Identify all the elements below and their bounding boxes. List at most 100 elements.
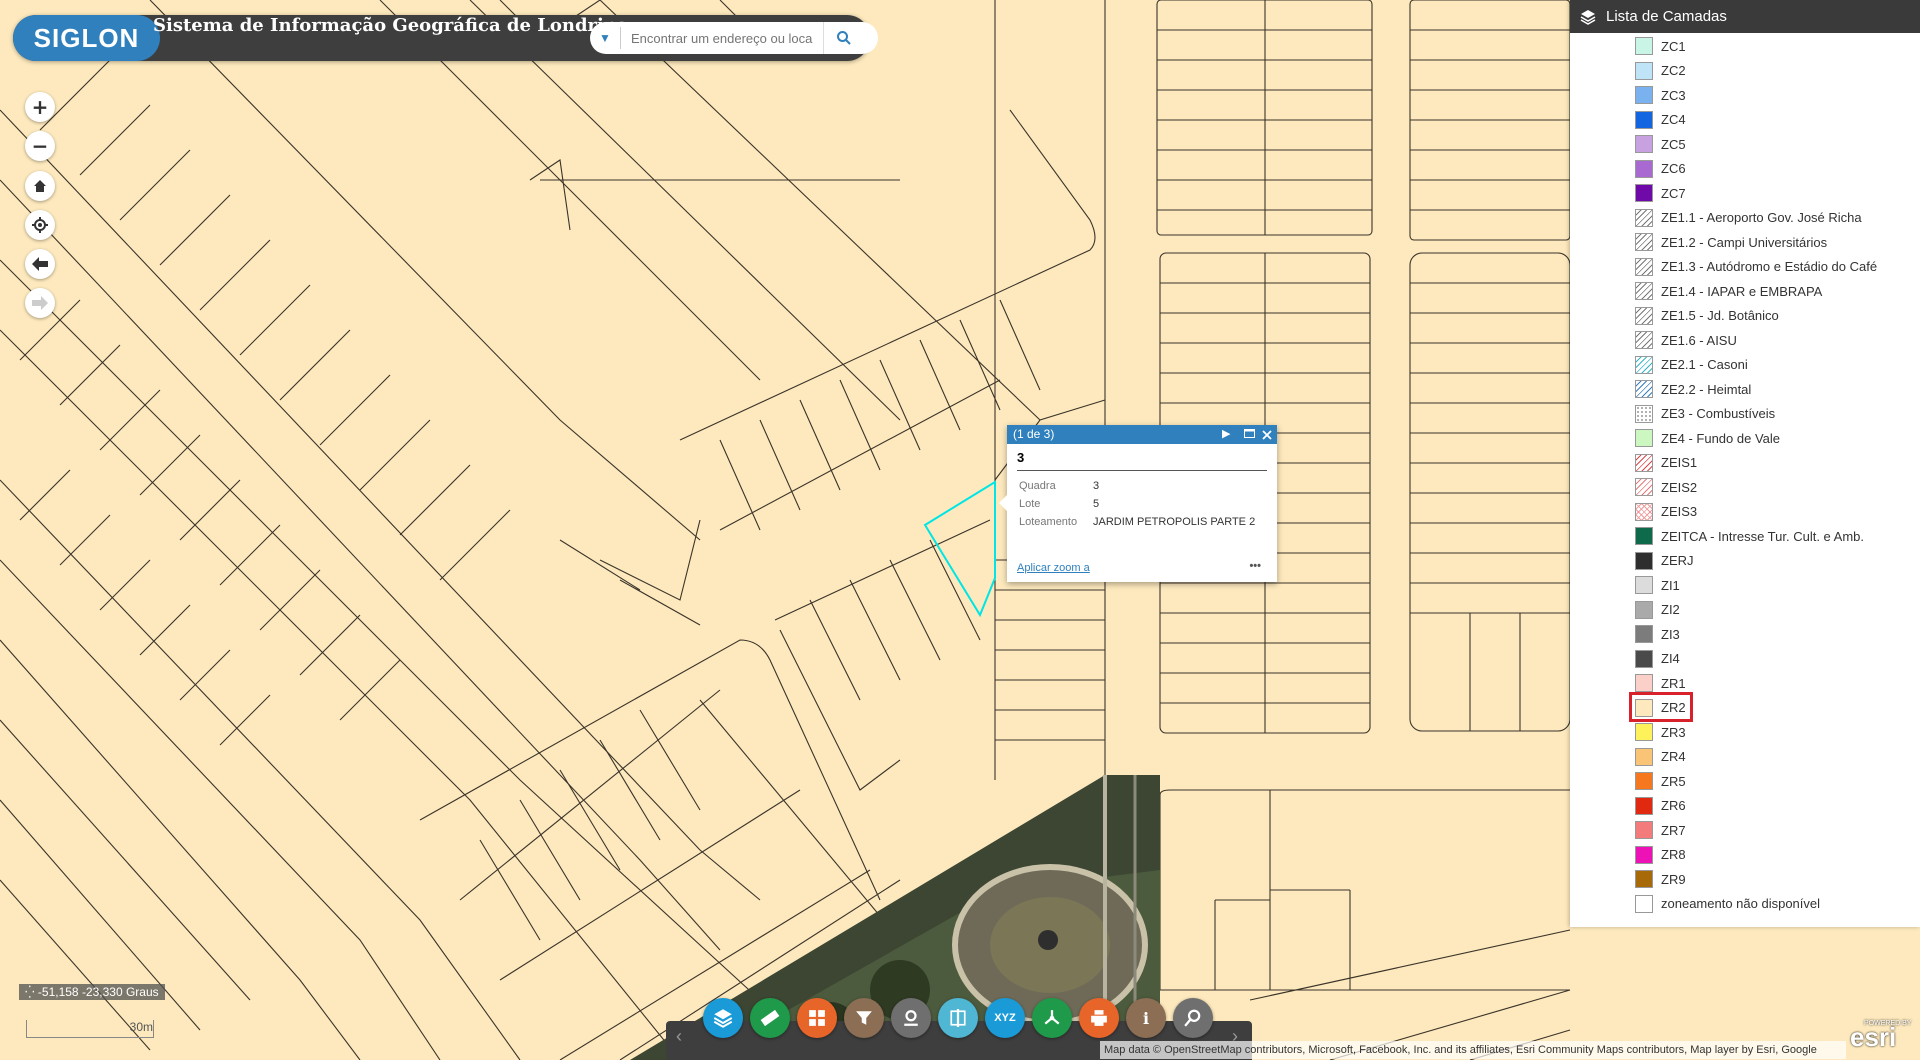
layer-legend-item[interactable]: ZC2 xyxy=(1635,59,1686,83)
layer-legend-item[interactable]: ZI4 xyxy=(1635,647,1680,671)
layer-label: ZE2.2 - Heimtal xyxy=(1661,381,1752,397)
layer-legend-item[interactable]: ZE1.4 - IAPAR e EMBRAPA xyxy=(1635,279,1822,303)
locate-button[interactable] xyxy=(25,210,55,240)
toolbar-prev-button[interactable]: ‹ xyxy=(676,1026,682,1047)
grid-icon xyxy=(808,1009,826,1027)
grid-tool-button[interactable] xyxy=(797,998,837,1038)
attr-value: 3 xyxy=(1093,480,1100,492)
legend-swatch xyxy=(1635,870,1653,888)
print-icon xyxy=(1090,1009,1108,1027)
maximize-button[interactable] xyxy=(1244,425,1255,444)
share-icon xyxy=(1043,1009,1061,1027)
layer-legend-item[interactable]: ZR4 xyxy=(1635,745,1686,769)
highlight-annotation xyxy=(1629,692,1693,722)
layer-label: zoneamento não disponível xyxy=(1661,896,1821,911)
previous-extent-button[interactable] xyxy=(25,249,55,279)
legend-swatch xyxy=(1635,527,1653,545)
layer-legend-item[interactable]: ZERJ xyxy=(1635,549,1694,573)
search-source-dropdown[interactable]: ▼ xyxy=(590,31,620,45)
layer-legend-item[interactable]: ZE3 - Combustíveis xyxy=(1635,402,1775,426)
close-popup-button[interactable] xyxy=(1262,425,1272,444)
measure-icon xyxy=(760,1008,780,1028)
layer-legend-item[interactable]: ZR7 xyxy=(1635,818,1686,842)
app-title: Sistema de Informação Geográfica de Lond… xyxy=(153,15,629,36)
legend-swatch xyxy=(1635,135,1653,153)
xyz-tool-button[interactable]: XYZ xyxy=(985,998,1025,1038)
layer-label: ZI3 xyxy=(1661,626,1680,642)
legend-swatch xyxy=(1635,184,1653,202)
legend-swatch xyxy=(1635,453,1653,472)
layer-legend-item[interactable]: ZI3 xyxy=(1635,622,1680,646)
popup-counter: (1 de 3) xyxy=(1013,427,1055,441)
location-tool-button[interactable] xyxy=(891,998,931,1038)
layer-legend-item[interactable]: ZC3 xyxy=(1635,83,1686,107)
legend-swatch xyxy=(1635,404,1653,423)
legend-swatch xyxy=(1635,86,1653,104)
legend-swatch xyxy=(1635,37,1653,55)
scale-bar: 30m xyxy=(26,1020,154,1038)
table-row: Lote 5 xyxy=(1017,495,1259,513)
layer-label: ZE1.4 - IAPAR e EMBRAPA xyxy=(1661,283,1823,299)
layers-tool-button[interactable] xyxy=(703,998,743,1038)
measure-tool-button[interactable] xyxy=(750,998,790,1038)
layer-legend-item[interactable]: ZE1.3 - Autódromo e Estádio do Café xyxy=(1635,255,1877,279)
layer-legend-item[interactable]: ZEITCA - Intresse Tur. Cult. e Amb. xyxy=(1635,524,1864,548)
next-feature-button[interactable]: ▶ xyxy=(1222,425,1230,444)
zoom-to-link[interactable]: Aplicar zoom a xyxy=(1017,562,1090,574)
layer-legend-item[interactable]: ZI2 xyxy=(1635,598,1680,622)
layer-legend-item[interactable]: ZR6 xyxy=(1635,794,1686,818)
layer-label: ZC5 xyxy=(1661,136,1686,152)
swipe-icon xyxy=(949,1009,967,1027)
layer-legend-item[interactable]: ZEIS2 xyxy=(1635,475,1697,499)
layer-label: ZERJ xyxy=(1661,553,1694,568)
layer-legend-item[interactable]: ZE2.1 - Casoni xyxy=(1635,353,1748,377)
layer-legend-item[interactable]: ZE4 - Fundo de Vale xyxy=(1635,426,1780,450)
layer-legend-item[interactable]: ZC1 xyxy=(1635,34,1686,58)
search-button[interactable] xyxy=(823,22,864,54)
layer-legend-item[interactable]: ZE1.1 - Aeroporto Gov. José Richa xyxy=(1635,206,1862,230)
attr-value: JARDIM PETROPOLIS PARTE 2 xyxy=(1093,516,1256,528)
info-tool-button[interactable]: i xyxy=(1126,998,1166,1038)
coordinate-display[interactable]: ⁛ -51,158 -23,330 Graus xyxy=(19,984,165,1000)
location-icon xyxy=(902,1009,920,1027)
filter-tool-button[interactable] xyxy=(844,998,884,1038)
legend-swatch xyxy=(1635,355,1653,374)
layer-label: ZR1 xyxy=(1661,675,1686,691)
layer-legend-item[interactable]: ZR9 xyxy=(1635,867,1686,891)
layer-legend-item[interactable]: ZR5 xyxy=(1635,769,1686,793)
layer-legend-item[interactable]: ZR8 xyxy=(1635,843,1686,867)
layer-legend-item[interactable]: ZE1.6 - AISU xyxy=(1635,328,1737,352)
layer-legend-item[interactable]: ZR3 xyxy=(1635,720,1686,744)
layer-legend-item[interactable]: ZEIS1 xyxy=(1635,451,1697,475)
legend-swatch xyxy=(1635,649,1653,668)
home-button[interactable] xyxy=(25,171,55,201)
layer-legend-item[interactable]: ZE2.2 - Heimtal xyxy=(1635,377,1751,401)
app-header: SIGLON Sistema de Informação Geográfica … xyxy=(13,15,878,61)
layer-legend-item[interactable]: ZI1 xyxy=(1635,573,1680,597)
layer-legend-item[interactable]: ZC6 xyxy=(1635,157,1686,181)
layer-legend-item[interactable]: ZE1.5 - Jd. Botânico xyxy=(1635,304,1779,328)
layer-label: ZI4 xyxy=(1661,651,1680,666)
layer-legend-item[interactable]: ZE1.2 - Campi Universitários xyxy=(1635,230,1827,254)
siglon-logo[interactable]: SIGLON xyxy=(13,15,160,61)
query-tool-button[interactable] xyxy=(1173,998,1213,1038)
layer-label: ZE3 - Combustíveis xyxy=(1661,406,1776,421)
layer-legend-item[interactable]: ZC7 xyxy=(1635,181,1686,205)
next-extent-button[interactable] xyxy=(25,288,55,318)
swipe-tool-button[interactable] xyxy=(938,998,978,1038)
attribute-table: Quadra 3 Lote 5 Loteamento JARDIM PETROPOLI… xyxy=(1017,477,1259,531)
layer-legend-item[interactable]: ZC4 xyxy=(1635,108,1686,132)
layer-label: ZEIS3 xyxy=(1661,504,1698,519)
layer-legend-item[interactable]: zoneamento não disponível xyxy=(1635,892,1820,916)
layer-legend-item[interactable]: ZC5 xyxy=(1635,132,1686,156)
search-input[interactable] xyxy=(621,29,823,47)
legend-swatch xyxy=(1635,380,1653,398)
zoom-out-button[interactable]: − xyxy=(25,131,55,161)
zoom-in-button[interactable]: + xyxy=(25,92,55,122)
layer-label: ZR4 xyxy=(1661,749,1686,764)
legend-swatch xyxy=(1635,772,1653,790)
print-tool-button[interactable] xyxy=(1079,998,1119,1038)
share-tool-button[interactable] xyxy=(1032,998,1072,1038)
more-actions-button[interactable]: ••• xyxy=(1249,560,1261,572)
layer-legend-item[interactable]: ZEIS3 xyxy=(1635,500,1697,524)
